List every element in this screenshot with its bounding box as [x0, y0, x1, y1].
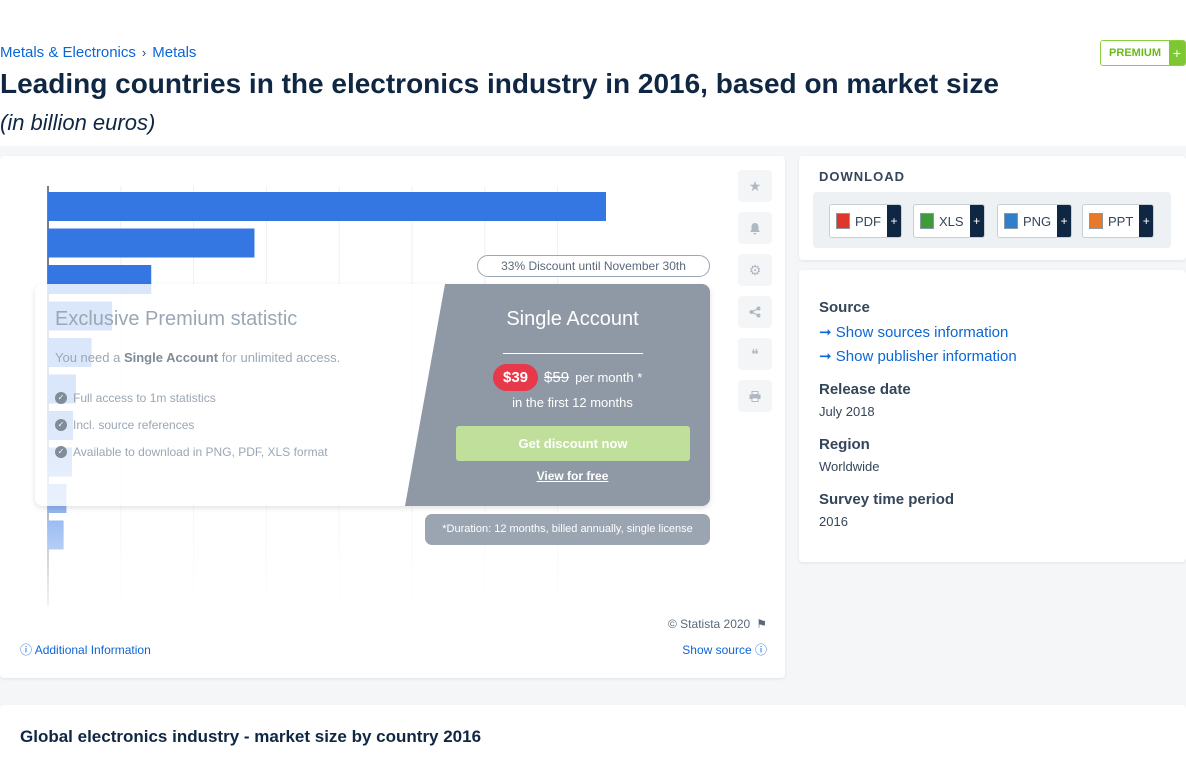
paywall-need-bold: Single Account: [123, 350, 219, 365]
paywall-feature: ✓ Incl. source references: [55, 418, 194, 432]
additional-information-link[interactable]: ⓘ Additional Information: [20, 641, 151, 658]
arrow-right-icon: ➞: [819, 348, 836, 365]
release-date-value: July 2018: [819, 404, 875, 419]
discount-pill: 33% Discount until November 30th: [477, 255, 710, 277]
plan-title: Single Account: [506, 308, 639, 330]
plus-icon: +: [969, 205, 984, 237]
price-per: per month *: [575, 370, 643, 385]
show-source-label: Show source: [682, 643, 752, 657]
show-sources-label: Show sources information: [835, 324, 1009, 341]
plan-divider: [503, 353, 643, 354]
paywall-feature: ✓ Available to download in PNG, PDF, XLS …: [55, 445, 328, 459]
paywall-title: Exclusive Premium statistic: [55, 308, 298, 330]
get-discount-button[interactable]: Get discount now: [456, 426, 690, 461]
download-xls-button[interactable]: XLS +: [913, 204, 985, 238]
show-publisher-link[interactable]: ➞ Show publisher information: [819, 347, 1017, 365]
related-statistic-title[interactable]: Global electronics industry - market siz…: [20, 727, 481, 747]
arrow-right-icon: ➞: [819, 324, 836, 341]
download-heading: DOWNLOAD: [819, 169, 905, 184]
paywall-need-text: You need a Single Account for unlimited …: [55, 350, 340, 365]
premium-badge[interactable]: PREMIUM +: [1100, 40, 1186, 66]
price-new: $39: [493, 364, 539, 391]
paywall-need-prefix: You need a: [55, 350, 124, 365]
breadcrumb-item-metals[interactable]: Metals: [152, 44, 196, 61]
price-row: $39 $59 per month *: [493, 364, 642, 391]
flag-icon[interactable]: ⚑: [756, 617, 767, 631]
download-pdf-button[interactable]: PDF +: [829, 204, 902, 238]
copyright: © Statista 2020 ⚑: [668, 617, 767, 631]
paywall-feature-label: Full access to 1m statistics: [73, 391, 216, 405]
survey-period-heading: Survey time period: [819, 491, 955, 508]
check-icon: ✓: [55, 392, 67, 404]
price-first-months: in the first 12 months: [512, 395, 633, 410]
plus-icon: +: [1057, 205, 1072, 237]
pdf-file-icon: [836, 213, 850, 229]
download-png-label: PNG: [1023, 213, 1052, 229]
breadcrumb-separator: ›: [141, 45, 147, 60]
chart-tools: ★ ⚙ ❝: [738, 170, 772, 412]
plus-icon: +: [1139, 205, 1154, 237]
check-icon: ✓: [55, 446, 67, 458]
breadcrumb-item-metals-electronics[interactable]: Metals & Electronics: [0, 44, 136, 61]
show-source-link[interactable]: Show source ⓘ: [682, 641, 767, 658]
view-for-free-link[interactable]: View for free: [425, 469, 710, 483]
notification-bell-icon[interactable]: [738, 212, 772, 244]
region-heading: Region: [819, 436, 870, 453]
premium-label: PREMIUM: [1101, 41, 1169, 65]
price-old: $59: [544, 369, 570, 386]
paywall-feature: ✓ Full access to 1m statistics: [55, 391, 216, 405]
download-xls-face: XLS: [914, 205, 970, 237]
download-png-button[interactable]: PNG +: [997, 204, 1073, 238]
related-statistic-card: Global electronics industry - market siz…: [0, 705, 1186, 760]
region-value: Worldwide: [819, 459, 880, 474]
page-title: Leading countries in the electronics ind…: [0, 68, 999, 99]
quote-icon[interactable]: ❝: [738, 338, 772, 370]
download-ppt-label: PPT: [1108, 213, 1134, 229]
share-icon[interactable]: [738, 296, 772, 328]
premium-paywall: Exclusive Premium statistic You need a S…: [35, 284, 710, 506]
check-icon: ✓: [55, 419, 67, 431]
chart-card: ★ ⚙ ❝ 33% Discount until November 30th E…: [0, 156, 785, 678]
release-date-heading: Release date: [819, 381, 911, 398]
download-ppt-face: PPT: [1083, 205, 1139, 237]
xls-file-icon: [920, 213, 934, 229]
download-card: DOWNLOAD PDF + XLS + PNG + PPT +: [799, 156, 1186, 260]
copyright-text: © Statista 2020: [668, 617, 751, 631]
download-png-face: PNG: [998, 205, 1057, 237]
paywall-feature-label: Incl. source references: [73, 418, 195, 432]
download-buttons: PDF + XLS + PNG + PPT +: [813, 192, 1171, 248]
additional-information-label: Additional Information: [34, 643, 151, 657]
ppt-file-icon: [1089, 213, 1103, 229]
duration-note: *Duration: 12 months, billed annually, s…: [425, 514, 710, 545]
print-icon[interactable]: [738, 380, 772, 412]
info-circle-icon: ⓘ: [20, 643, 33, 657]
paywall-feature-label: Available to download in PNG, PDF, XLS f…: [73, 445, 328, 459]
breadcrumb: Metals & Electronics › Metals: [0, 44, 196, 61]
survey-period-value: 2016: [819, 514, 848, 529]
info-card: Source ➞ Show sources information ➞ Show…: [799, 270, 1186, 562]
download-xls-label: XLS: [939, 213, 964, 229]
settings-gear-icon[interactable]: ⚙: [738, 254, 772, 286]
page-subtitle: (in billion euros): [0, 110, 156, 135]
favorite-star-icon[interactable]: ★: [738, 170, 772, 202]
download-pdf-label: PDF: [855, 213, 881, 229]
info-circle-icon: ⓘ: [754, 643, 767, 657]
png-file-icon: [1004, 213, 1018, 229]
show-publisher-label: Show publisher information: [835, 348, 1017, 365]
show-sources-link[interactable]: ➞ Show sources information: [819, 323, 1008, 341]
download-ppt-button[interactable]: PPT +: [1082, 204, 1155, 238]
paywall-need-suffix: for unlimited access.: [218, 350, 341, 365]
plus-icon: +: [887, 205, 901, 237]
download-pdf-face: PDF: [830, 205, 887, 237]
source-heading: Source: [819, 299, 870, 316]
plus-icon: +: [1169, 41, 1185, 65]
